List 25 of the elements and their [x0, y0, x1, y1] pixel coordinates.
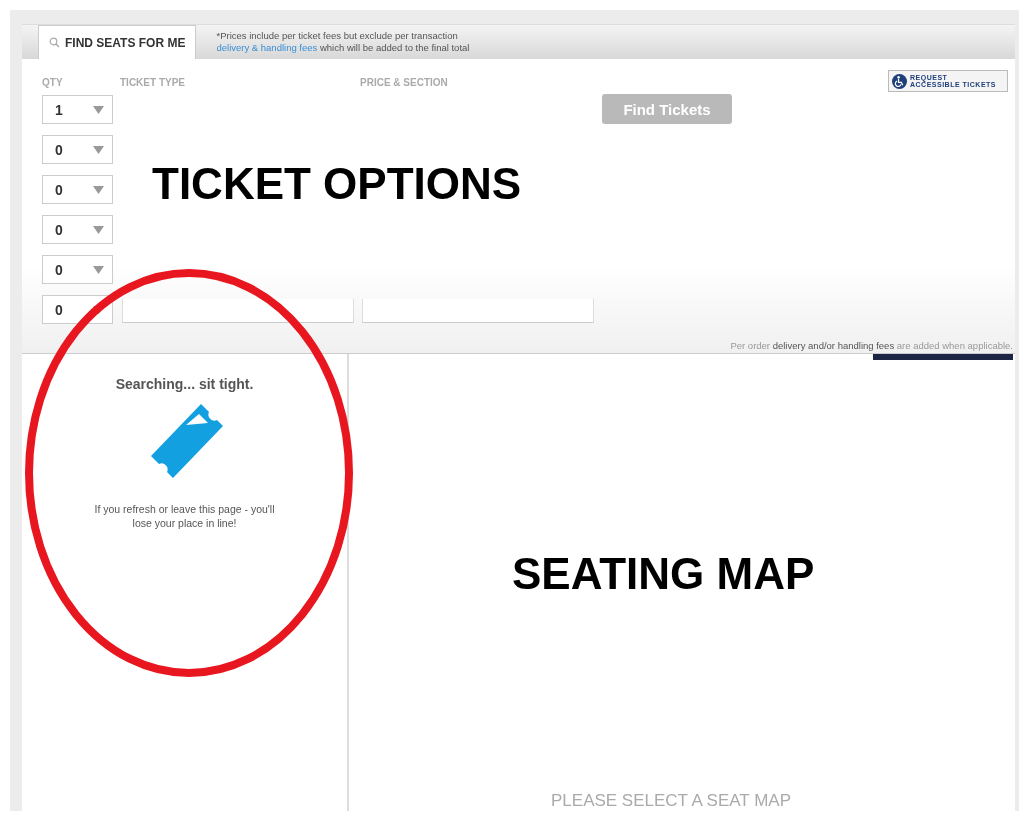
column-header: PRICE & SECTION [360, 77, 448, 88]
quantity-select[interactable]: 0 [42, 135, 113, 164]
caret-icon [93, 105, 104, 114]
quantity-select[interactable]: 0 [42, 255, 113, 284]
caret-icon [93, 225, 104, 234]
caret-icon [93, 265, 104, 274]
wheelchair-icon [892, 73, 907, 89]
column-header: QTY [42, 77, 63, 88]
fee-note: Per order delivery and/or handling fees are added when applicable. [730, 340, 1013, 351]
search-icon [49, 37, 60, 48]
caret-icon [93, 145, 104, 154]
fee-note: *Prices include per ticket fees but exclude per transaction delivery & handling fees which will be added to the final total [216, 30, 470, 54]
tab[interactable]: FIND SEATS FOR ME [38, 25, 197, 59]
quantity-select[interactable]: 0 [42, 215, 113, 244]
input-field[interactable] [362, 299, 594, 323]
caret-icon [93, 185, 104, 194]
placeholder-text: PLEASE SELECT A SEAT MAP [551, 791, 791, 811]
annotation-label: SEATING MAP [512, 549, 815, 599]
input-field[interactable] [122, 299, 354, 323]
quantity-select[interactable]: 0 [42, 175, 113, 204]
warning-text: If you refresh or leave this page - you'll lose your place in line! [94, 502, 275, 530]
quantity-select[interactable]: 1 [42, 95, 113, 124]
status-title: Searching... sit tight. [115, 376, 254, 392]
annotation-label: TICKET OPTIONS [152, 159, 522, 209]
column-header: TICKET TYPE [120, 77, 185, 88]
